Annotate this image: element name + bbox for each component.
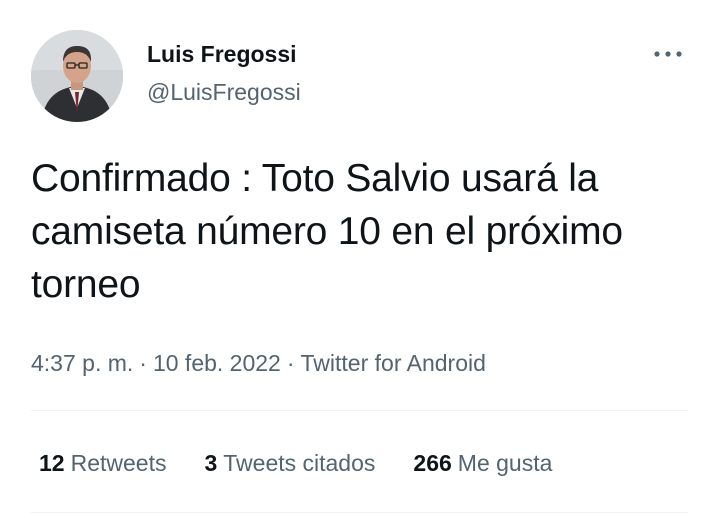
tweet-metadata: 4:37 p. m. · 10 feb. 2022 · Twitter for Andr… (31, 347, 486, 379)
more-options-button[interactable] (648, 38, 688, 70)
author-name[interactable]: Luis Fregossi (147, 39, 297, 69)
retweets-label: Retweets (70, 450, 167, 476)
more-horizontal-icon (654, 51, 682, 57)
avatar-image (31, 30, 123, 122)
tweet-date: 10 feb. 2022 (152, 350, 281, 376)
tweet-stats: 12 Retweets 3 Tweets citados 266 Me gusta (39, 447, 552, 479)
tweet-source[interactable]: Twitter for Android (301, 350, 486, 376)
tweet-timestamp[interactable]: 4:37 p. m. · 10 feb. 2022 (31, 350, 281, 376)
likes-count: 266 (413, 450, 452, 476)
divider (31, 410, 688, 411)
quote-tweets-label: Tweets citados (223, 450, 376, 476)
tweet-text: Confirmado : Toto Salvio usará la camise… (31, 157, 623, 306)
likes-label: Me gusta (457, 450, 553, 476)
retweets-count: 12 (39, 450, 65, 476)
separator: · (139, 350, 147, 376)
likes-stat[interactable]: 266 Me gusta (413, 447, 552, 479)
separator: · (286, 350, 295, 376)
avatar[interactable] (31, 30, 123, 122)
quote-tweets-stat[interactable]: 3 Tweets citados (204, 447, 375, 479)
tweet-card: Luis Fregossi @LuisFregossi Confirmado :… (0, 0, 719, 513)
author-handle[interactable]: @LuisFregossi (147, 77, 301, 107)
tweet-time: 4:37 p. m. (31, 350, 134, 376)
retweets-stat[interactable]: 12 Retweets (39, 447, 166, 479)
quote-tweets-count: 3 (204, 450, 218, 476)
